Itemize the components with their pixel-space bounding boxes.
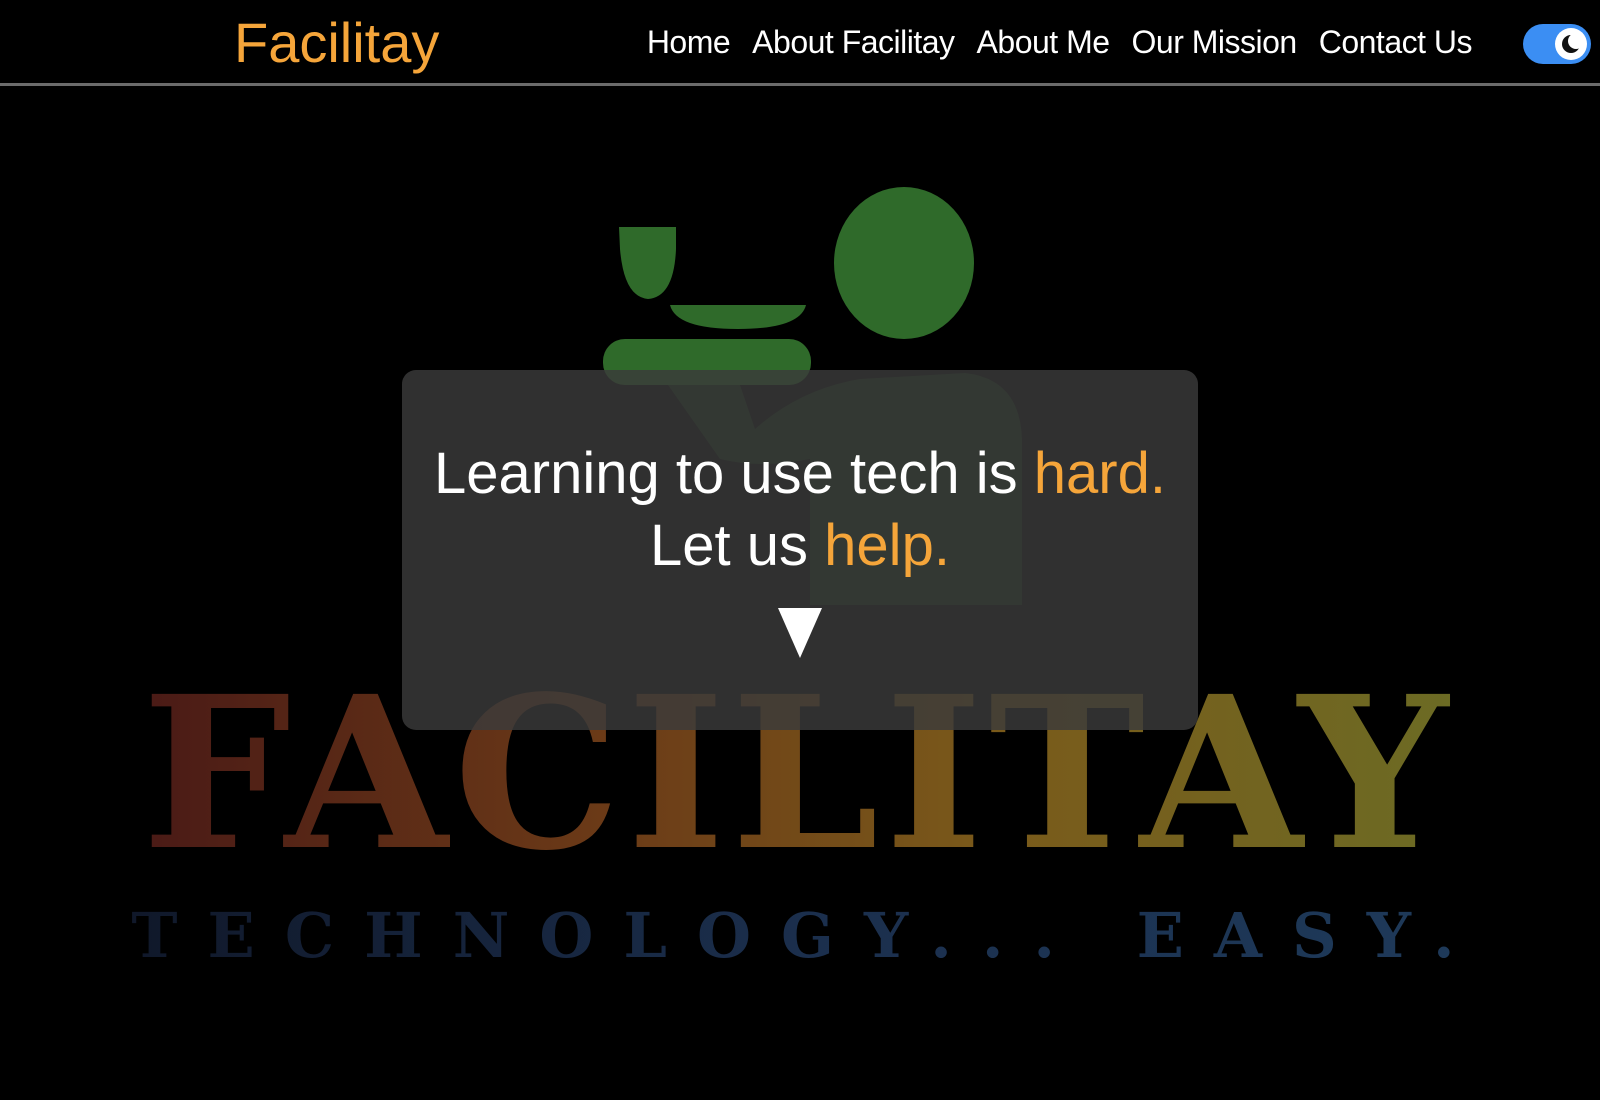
headline-line1-accent: hard. xyxy=(1033,441,1166,506)
nav-link-home[interactable]: Home xyxy=(636,20,741,64)
headline-line2-accent: help. xyxy=(824,513,950,578)
headline-line2-text: Let us xyxy=(650,513,825,578)
glass-shape xyxy=(619,227,676,299)
hero-headline: Learning to use tech is hard. Let us hel… xyxy=(402,370,1198,582)
plate-shape xyxy=(670,305,806,329)
nav-link-about-me[interactable]: About Me xyxy=(966,20,1121,64)
hero-section: FACILITAY TECHNOLOGY... EASY. Learning t… xyxy=(0,89,1600,1100)
nav-item-about-me: About Me xyxy=(966,20,1121,64)
head-shape xyxy=(834,187,974,339)
moon-icon xyxy=(1562,33,1584,53)
nav-links: Home About Facilitay About Me Our Missio… xyxy=(636,20,1483,64)
down-triangle-icon[interactable] xyxy=(776,606,824,660)
brand-logo-link[interactable]: Facilitay xyxy=(234,10,439,76)
logo-tagline: TECHNOLOGY... EASY. xyxy=(131,899,1484,972)
nav-item-home: Home xyxy=(636,20,741,64)
nav-link-our-mission[interactable]: Our Mission xyxy=(1121,20,1308,64)
nav-link-contact-us[interactable]: Contact Us xyxy=(1308,20,1483,64)
theme-toggle[interactable] xyxy=(1523,24,1591,64)
nav-item-our-mission: Our Mission xyxy=(1121,20,1308,64)
headline-line1-text: Learning to use tech is xyxy=(434,441,1034,506)
navbar: Facilitay Home About Facilitay About Me … xyxy=(0,0,1600,86)
headline-card: Learning to use tech is hard. Let us hel… xyxy=(402,370,1198,730)
nav-link-about-facilitay[interactable]: About Facilitay xyxy=(741,20,965,64)
toggle-knob xyxy=(1555,28,1587,60)
nav-item-contact-us: Contact Us xyxy=(1308,20,1483,64)
nav-item-about-facilitay: About Facilitay xyxy=(741,20,965,64)
